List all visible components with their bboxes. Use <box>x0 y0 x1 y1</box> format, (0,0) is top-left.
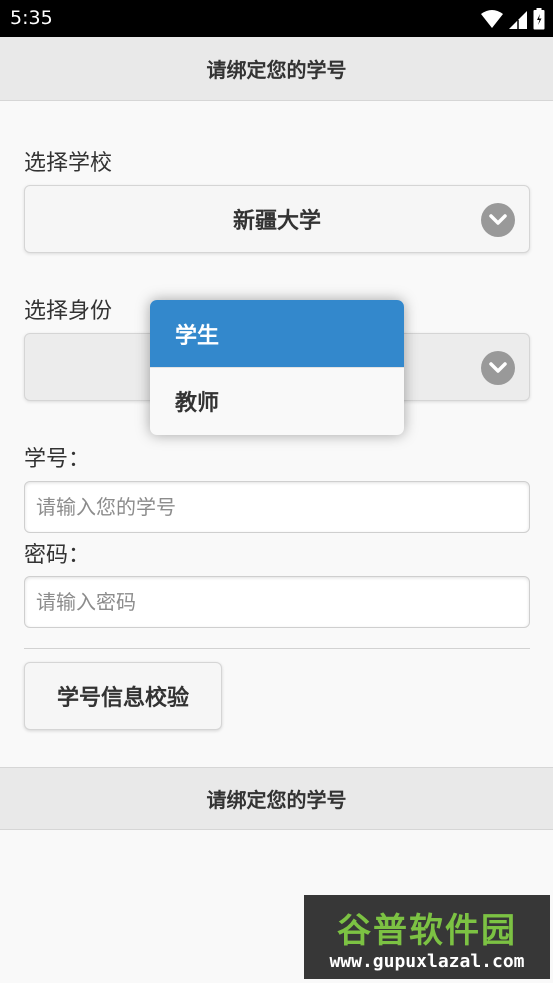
password-label: 密码： <box>24 543 91 568</box>
footer-title: 请绑定您的学号 <box>206 788 347 812</box>
identity-label: 选择身份 <box>24 299 113 324</box>
status-bar: 5:35 <box>0 0 553 37</box>
school-select[interactable]: 新疆大学 <box>24 185 530 253</box>
identity-option-student[interactable]: 学生 <box>150 300 404 367</box>
status-time: 5:35 <box>10 7 53 29</box>
watermark-brand: 谷普软件园 <box>337 911 517 951</box>
page-footer: 请绑定您的学号 <box>0 767 553 830</box>
password-input[interactable] <box>24 576 530 628</box>
chevron-down-icon <box>481 351 515 385</box>
page-header: 请绑定您的学号 <box>0 37 553 101</box>
school-select-value: 新疆大学 <box>232 209 321 234</box>
watermark: 谷普软件园 www.gupuxlazal.com <box>304 895 550 979</box>
identity-option-teacher[interactable]: 教师 <box>150 367 404 434</box>
signal-icon <box>509 11 527 29</box>
identity-dropdown: 学生 教师 <box>150 300 404 435</box>
student-id-label: 学号： <box>24 447 91 472</box>
wifi-icon <box>481 10 503 28</box>
watermark-url: www.gupuxlazal.com <box>329 951 525 972</box>
battery-icon <box>533 8 545 30</box>
status-icons <box>481 8 545 30</box>
page-title: 请绑定您的学号 <box>206 58 347 82</box>
school-label: 选择学校 <box>24 151 113 176</box>
divider <box>24 648 530 649</box>
student-id-input[interactable] <box>24 481 530 533</box>
verify-button[interactable]: 学号信息校验 <box>24 662 222 730</box>
chevron-down-icon <box>481 203 515 237</box>
